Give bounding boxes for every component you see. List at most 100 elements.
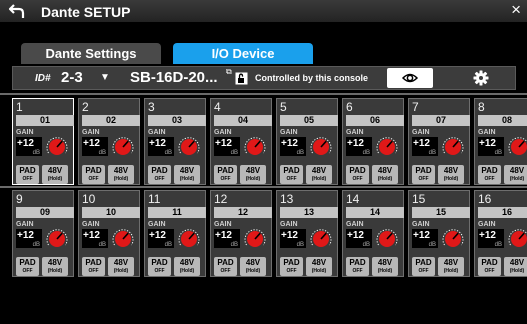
gain-knob-icon[interactable]	[110, 228, 136, 250]
phantom-label: 48V	[311, 166, 327, 175]
gain-knob-icon[interactable]	[44, 228, 70, 250]
pad-button[interactable]: PAD OFF	[148, 257, 171, 276]
gain-label: GAIN	[16, 129, 34, 136]
pad-label: PAD	[217, 258, 234, 267]
phantom-power-button[interactable]: 48V (Hold)	[372, 257, 398, 276]
gain-knob-icon[interactable]	[242, 228, 268, 250]
gain-knob-icon[interactable]	[308, 228, 334, 250]
pad-button[interactable]: PAD OFF	[16, 257, 39, 276]
device-info-bar: ID# 2-3 ▼ SB-16D-20... ⧉ Controlled by t…	[12, 66, 516, 90]
gain-knob-icon[interactable]	[176, 136, 202, 158]
pad-button[interactable]: PAD OFF	[280, 165, 303, 184]
gain-unit: dB	[164, 242, 172, 248]
close-icon[interactable]: ×	[511, 1, 521, 19]
phantom-state: (Hold)	[311, 176, 327, 182]
channel-strip-10[interactable]: 10 10 GAIN +12 dB PAD OFF 48V (Hold)	[78, 190, 140, 277]
gain-knob-icon[interactable]	[176, 228, 202, 250]
gain-knob-icon[interactable]	[440, 228, 466, 250]
phantom-power-button[interactable]: 48V (Hold)	[42, 257, 68, 276]
gain-value: +12	[413, 138, 430, 149]
phantom-power-button[interactable]: 48V (Hold)	[108, 257, 134, 276]
channel-name: 06	[346, 115, 404, 126]
device-id-select[interactable]: 2-3	[61, 69, 83, 86]
pad-button[interactable]: PAD OFF	[214, 165, 237, 184]
gain-display: +12 dB	[148, 229, 174, 248]
phantom-power-button[interactable]: 48V (Hold)	[174, 165, 200, 184]
pad-button[interactable]: PAD OFF	[346, 165, 369, 184]
pad-button[interactable]: PAD OFF	[214, 257, 237, 276]
channel-name: 12	[214, 207, 272, 218]
pad-label: PAD	[283, 166, 300, 175]
tab-io-device[interactable]: I/O Device	[173, 43, 313, 64]
phantom-label: 48V	[113, 166, 129, 175]
gain-knob-icon[interactable]	[506, 228, 527, 250]
gain-label: GAIN	[346, 221, 364, 228]
channel-strip-13[interactable]: 13 13 GAIN +12 dB PAD OFF 48V (Hold)	[276, 190, 338, 277]
phantom-power-button[interactable]: 48V (Hold)	[240, 257, 266, 276]
channel-strip-9[interactable]: 9 09 GAIN +12 dB PAD OFF 48V (Hold)	[12, 190, 74, 277]
gain-display: +12 dB	[280, 229, 306, 248]
gain-label: GAIN	[148, 129, 166, 136]
channel-name: 04	[214, 115, 272, 126]
phantom-power-button[interactable]: 48V (Hold)	[306, 257, 332, 276]
channel-strip-5[interactable]: 5 05 GAIN +12 dB PAD OFF 48V (Hold)	[276, 98, 338, 185]
channel-strip-2[interactable]: 2 02 GAIN +12 dB PAD OFF 48V (Hold)	[78, 98, 140, 185]
chevron-down-icon[interactable]: ▼	[100, 72, 110, 83]
gain-knob-icon[interactable]	[440, 136, 466, 158]
identify-button[interactable]	[387, 68, 433, 88]
gain-knob-icon[interactable]	[374, 136, 400, 158]
pad-button[interactable]: PAD OFF	[412, 165, 435, 184]
phantom-power-button[interactable]: 48V (Hold)	[372, 165, 398, 184]
pad-button[interactable]: PAD OFF	[478, 165, 501, 184]
channel-name: 08	[478, 115, 527, 126]
pad-button[interactable]: PAD OFF	[280, 257, 303, 276]
tab-dante-settings[interactable]: Dante Settings	[21, 43, 161, 64]
gain-knob-icon[interactable]	[242, 136, 268, 158]
channel-number: 3	[148, 100, 155, 114]
gain-knob-icon[interactable]	[44, 136, 70, 158]
phantom-power-button[interactable]: 48V (Hold)	[504, 165, 527, 184]
channel-strip-8[interactable]: 8 08 GAIN +12 dB PAD OFF 48V (Hold)	[474, 98, 527, 185]
phantom-label: 48V	[443, 166, 459, 175]
channel-strip-14[interactable]: 14 14 GAIN +12 dB PAD OFF 48V (Hold)	[342, 190, 404, 277]
phantom-power-button[interactable]: 48V (Hold)	[438, 165, 464, 184]
gain-knob-icon[interactable]	[506, 136, 527, 158]
channel-strip-6[interactable]: 6 06 GAIN +12 dB PAD OFF 48V (Hold)	[342, 98, 404, 185]
pad-button[interactable]: PAD OFF	[82, 257, 105, 276]
gear-icon[interactable]	[473, 70, 489, 86]
channel-name: 03	[148, 115, 206, 126]
channel-strip-7[interactable]: 7 07 GAIN +12 dB PAD OFF 48V (Hold)	[408, 98, 470, 185]
phantom-power-button[interactable]: 48V (Hold)	[504, 257, 527, 276]
gain-value: +12	[17, 230, 34, 241]
channel-strip-11[interactable]: 11 11 GAIN +12 dB PAD OFF 48V (Hold)	[144, 190, 206, 277]
phantom-power-button[interactable]: 48V (Hold)	[306, 165, 332, 184]
channel-strip-3[interactable]: 3 03 GAIN +12 dB PAD OFF 48V (Hold)	[144, 98, 206, 185]
gain-label: GAIN	[478, 221, 496, 228]
phantom-power-button[interactable]: 48V (Hold)	[108, 165, 134, 184]
phantom-power-button[interactable]: 48V (Hold)	[240, 165, 266, 184]
phantom-label: 48V	[509, 166, 525, 175]
pad-button[interactable]: PAD OFF	[478, 257, 501, 276]
pad-button[interactable]: PAD OFF	[412, 257, 435, 276]
pad-label: PAD	[217, 166, 234, 175]
back-arrow-icon[interactable]	[8, 3, 26, 19]
phantom-power-button[interactable]: 48V (Hold)	[42, 165, 68, 184]
phantom-power-button[interactable]: 48V (Hold)	[174, 257, 200, 276]
channel-strip-15[interactable]: 15 15 GAIN +12 dB PAD OFF 48V (Hold)	[408, 190, 470, 277]
pad-button[interactable]: PAD OFF	[82, 165, 105, 184]
channel-number: 6	[346, 100, 353, 114]
pad-button[interactable]: PAD OFF	[148, 165, 171, 184]
channel-strip-12[interactable]: 12 12 GAIN +12 dB PAD OFF 48V (Hold)	[210, 190, 272, 277]
gain-knob-icon[interactable]	[110, 136, 136, 158]
gain-label: GAIN	[280, 129, 298, 136]
channel-strip-1[interactable]: 1 01 GAIN +12 dB PAD OFF 48V (Hold)	[12, 98, 74, 185]
gain-knob-icon[interactable]	[374, 228, 400, 250]
pad-button[interactable]: PAD OFF	[16, 165, 39, 184]
gain-knob-icon[interactable]	[308, 136, 334, 158]
channel-strip-4[interactable]: 4 04 GAIN +12 dB PAD OFF 48V (Hold)	[210, 98, 272, 185]
phantom-state: (Hold)	[311, 268, 327, 274]
channel-strip-16[interactable]: 16 16 GAIN +12 dB PAD OFF 48V (Hold)	[474, 190, 527, 277]
phantom-power-button[interactable]: 48V (Hold)	[438, 257, 464, 276]
pad-state: OFF	[22, 268, 33, 274]
pad-button[interactable]: PAD OFF	[346, 257, 369, 276]
